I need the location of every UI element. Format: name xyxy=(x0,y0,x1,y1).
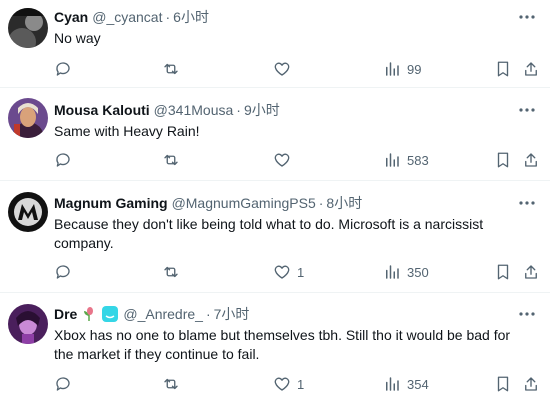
bookmark-button[interactable] xyxy=(494,258,512,286)
display-name[interactable]: Cyan xyxy=(54,9,88,25)
like-button[interactable] xyxy=(273,55,297,83)
tweet-header: Dre @_Anredre_ · 7小时 xyxy=(54,304,249,324)
flower-emoji-icon xyxy=(81,306,97,322)
share-icon xyxy=(525,265,537,279)
avatar[interactable] xyxy=(8,304,48,344)
share-icon xyxy=(525,153,537,167)
views-icon xyxy=(386,377,399,391)
view-count: 583 xyxy=(407,152,429,168)
like-button[interactable] xyxy=(273,146,297,174)
display-name[interactable]: Dre xyxy=(54,306,77,322)
separator-dot: · xyxy=(165,9,171,25)
share-button[interactable] xyxy=(522,55,540,83)
more-options-icon[interactable] xyxy=(514,193,540,213)
timestamp[interactable]: 7小时 xyxy=(214,304,250,324)
reply-icon xyxy=(56,377,70,391)
avatar[interactable] xyxy=(8,192,48,232)
tweet-1[interactable]: Cyan @_cyancat · 6小时 No way 99 xyxy=(0,0,550,88)
more-options-icon[interactable] xyxy=(514,100,540,120)
like-count: 1 xyxy=(297,264,305,280)
action-bar: 1 354 xyxy=(46,370,542,395)
retweet-icon xyxy=(164,63,178,75)
heart-icon xyxy=(274,153,290,167)
avatar[interactable] xyxy=(8,98,48,138)
views-button[interactable]: 99 xyxy=(383,55,421,83)
avatar[interactable] xyxy=(8,8,48,48)
retweet-button[interactable] xyxy=(162,370,180,395)
display-name[interactable]: Magnum Gaming xyxy=(54,195,168,211)
action-bar: 99 xyxy=(46,55,542,83)
timestamp[interactable]: 9小时 xyxy=(244,100,280,120)
separator-dot: · xyxy=(205,306,211,322)
view-count: 99 xyxy=(407,61,422,77)
retweet-button[interactable] xyxy=(162,258,180,286)
more-options-icon[interactable] xyxy=(514,7,540,27)
retweet-icon xyxy=(164,266,178,278)
tweet-3[interactable]: Magnum Gaming @MagnumGamingPS5 · 8小时 Bec… xyxy=(0,181,550,293)
views-button[interactable]: 583 xyxy=(383,146,429,174)
tweet-4[interactable]: Dre @_Anredre_ · 7小时 Xbox has no one to … xyxy=(0,293,550,395)
tweet-text: Same with Heavy Rain! xyxy=(54,123,200,139)
reply-button[interactable] xyxy=(54,146,72,174)
separator-dot: · xyxy=(236,102,241,118)
user-handle[interactable]: @341Mousa xyxy=(154,102,234,118)
user-handle[interactable]: @_cyancat xyxy=(92,9,162,25)
retweet-button[interactable] xyxy=(162,146,180,174)
cyan-emoji-icon xyxy=(101,305,119,323)
tweet-header: Cyan @_cyancat · 6小时 xyxy=(54,7,209,27)
tweet-text: No way xyxy=(54,30,101,46)
bookmark-icon xyxy=(497,152,509,168)
bookmark-icon xyxy=(497,264,509,280)
more-options-icon[interactable] xyxy=(514,304,540,324)
view-count: 354 xyxy=(407,376,429,392)
retweet-icon xyxy=(164,378,178,390)
views-button[interactable]: 354 xyxy=(383,370,429,395)
retweet-icon xyxy=(164,154,178,166)
views-icon xyxy=(386,265,399,279)
share-button[interactable] xyxy=(522,370,540,395)
share-button[interactable] xyxy=(522,146,540,174)
bookmark-button[interactable] xyxy=(494,370,512,395)
share-button[interactable] xyxy=(522,258,540,286)
view-count: 350 xyxy=(407,264,429,280)
like-button[interactable]: 1 xyxy=(273,370,304,395)
action-bar: 1 350 xyxy=(46,258,542,286)
views-icon xyxy=(386,62,399,76)
tweet-header: Magnum Gaming @MagnumGamingPS5 · 8小时 xyxy=(54,193,362,213)
like-button[interactable]: 1 xyxy=(273,258,304,286)
tweet-2[interactable]: Mousa Kalouti @341Mousa · 9小时 Same with … xyxy=(0,88,550,181)
bookmark-icon xyxy=(497,376,509,392)
user-handle[interactable]: @_Anredre_ xyxy=(123,306,203,322)
heart-icon xyxy=(274,377,290,391)
views-button[interactable]: 350 xyxy=(383,258,429,286)
timestamp[interactable]: 8小时 xyxy=(326,193,362,213)
reply-button[interactable] xyxy=(54,370,72,395)
reply-button[interactable] xyxy=(54,258,72,286)
heart-icon xyxy=(274,62,290,76)
display-name[interactable]: Mousa Kalouti xyxy=(54,102,150,118)
reply-icon xyxy=(56,153,70,167)
bookmark-button[interactable] xyxy=(494,146,512,174)
views-icon xyxy=(386,153,399,167)
reply-icon xyxy=(56,62,70,76)
reply-button[interactable] xyxy=(54,55,72,83)
retweet-button[interactable] xyxy=(162,55,180,83)
user-handle[interactable]: @MagnumGamingPS5 xyxy=(172,195,316,211)
reply-icon xyxy=(56,265,70,279)
separator-dot: · xyxy=(318,195,324,211)
heart-icon xyxy=(274,265,290,279)
bookmark-icon xyxy=(497,61,509,77)
tweet-text: Because they don't like being told what … xyxy=(54,216,484,251)
tweet-text: Xbox has no one to blame but themselves … xyxy=(54,327,511,362)
bookmark-button[interactable] xyxy=(494,55,512,83)
timestamp[interactable]: 6小时 xyxy=(173,7,209,27)
tweet-header: Mousa Kalouti @341Mousa · 9小时 xyxy=(54,100,280,120)
share-icon xyxy=(525,62,537,76)
share-icon xyxy=(525,377,537,391)
like-count: 1 xyxy=(297,376,305,392)
action-bar: 583 xyxy=(46,146,542,174)
